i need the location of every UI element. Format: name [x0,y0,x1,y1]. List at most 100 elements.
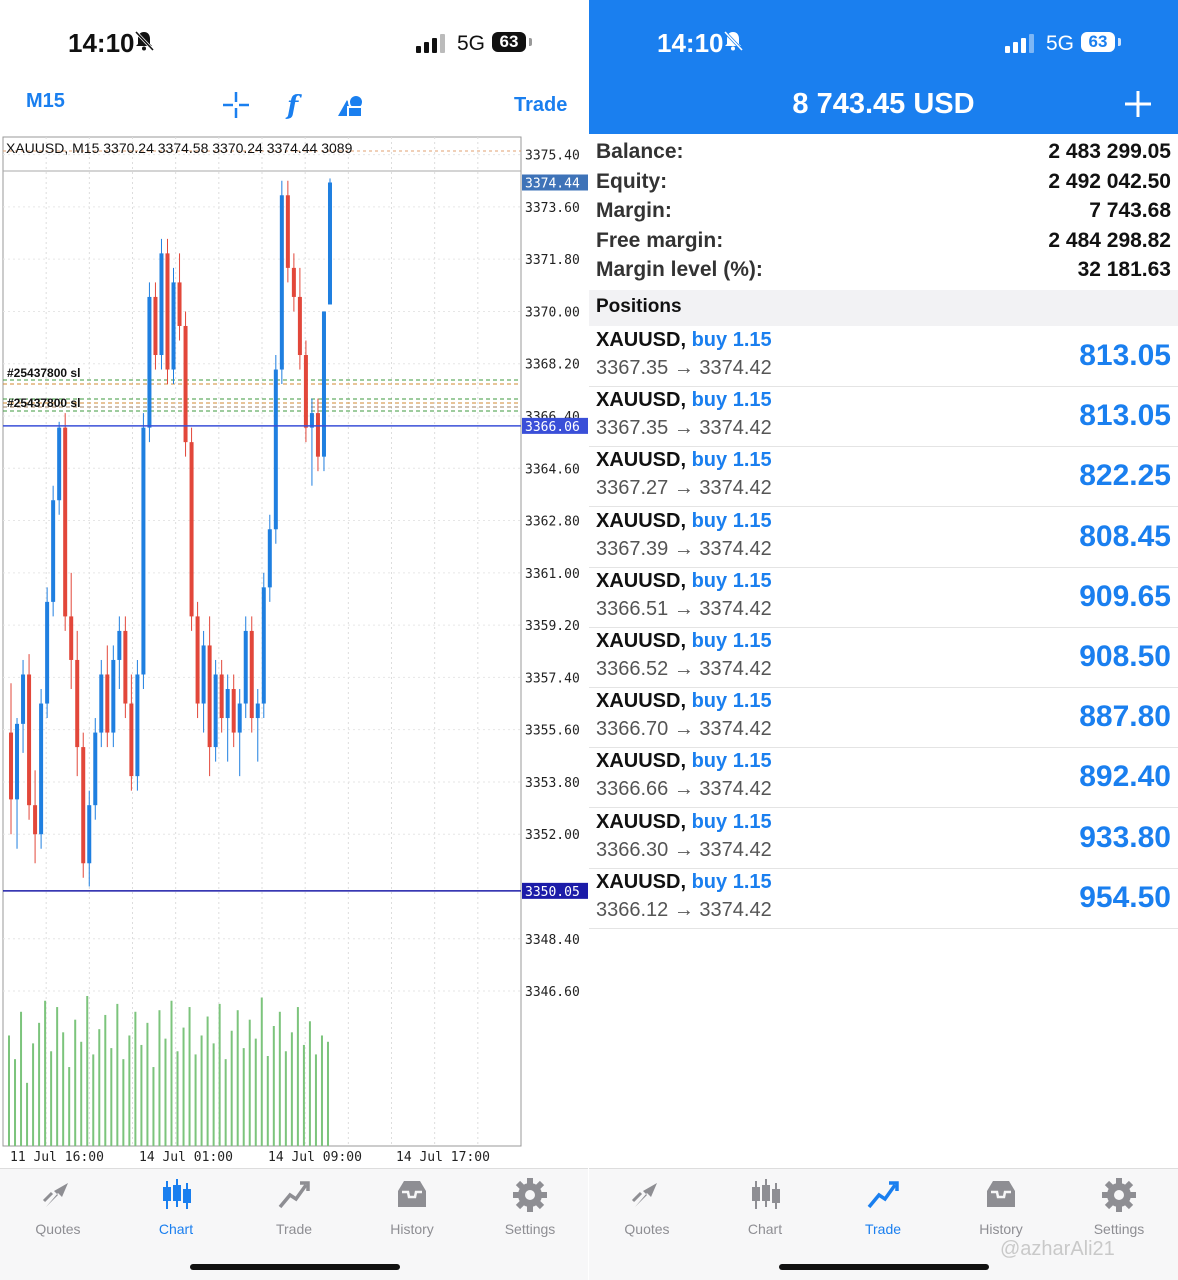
tab-label: Trade [275,1221,313,1237]
position-row[interactable]: XAUUSD, buy 1.15 3366.51 → 3374.42 909.65 [589,567,1178,628]
tab-quotes[interactable]: Quotes [8,1177,108,1237]
volume-bar [272,1026,275,1146]
price-chart[interactable]: 3375.40 3373.60 3371.80 3370.00 3368.20 3366.… [0,133,588,1168]
tab-history[interactable]: History [362,1177,462,1237]
objects-icon[interactable] [336,90,366,120]
position-profit: 887.80 [1079,700,1171,734]
position-row[interactable]: XAUUSD, buy 1.15 3367.39 → 3374.42 808.45 [589,507,1178,568]
tab-chart[interactable]: Chart [126,1177,226,1237]
volume-bar [80,1041,83,1146]
volume-bar [182,1027,185,1146]
summary-key: Margin: [596,199,672,222]
candle-body [315,413,320,457]
tab-chart[interactable]: Chart [715,1177,815,1237]
candle-body [327,182,332,305]
summary-row: Balance: 2 483 299.05 [596,140,1171,170]
candle-body [219,674,224,719]
tab-trade[interactable]: Trade [833,1177,933,1237]
order-line-tag: #25437800 sl [7,396,80,410]
volume-bar [86,996,89,1146]
volume-bar [104,1014,107,1146]
volume-bar [218,1003,221,1146]
summary-row: Margin: 7 743.68 [596,199,1171,229]
tab-settings[interactable]: Settings [480,1177,580,1237]
volume-bar [248,1019,251,1146]
current-price-tag: 3374.44 [525,176,580,191]
candle-body [237,703,242,733]
line-price-tag: 3350.05 [525,885,580,900]
position-row[interactable]: XAUUSD, buy 1.15 3366.12 → 3374.42 954.50 [589,868,1178,929]
candlestick-chart-svg[interactable]: 3375.40 3373.60 3371.80 3370.00 3368.20 3366.… [0,133,588,1168]
volume-bar [98,1029,101,1146]
price-tick-label: 3364.60 [525,462,580,477]
position-row[interactable]: XAUUSD, buy 1.15 3366.70 → 3374.42 887.80 [589,687,1178,749]
volume-bar [134,1011,137,1146]
settings-icon [1102,1178,1136,1212]
timeframe-button[interactable]: M15 [26,90,65,113]
candle-body [45,601,50,704]
candle-body [225,689,230,719]
candle-body [153,296,158,356]
account-profit-title: 8 743.45 USD [792,88,975,120]
price-tick-label: 3352.00 [525,828,580,843]
position-symbol: XAUUSD, [596,630,692,652]
position-profit: 954.50 [1079,880,1171,914]
position-prices: 3366.30 → 3374.42 [596,838,772,861]
position-side: buy 1.15 [691,329,772,351]
volume-bar [32,1043,35,1146]
position-side: buy 1.15 [691,870,772,893]
candle-body [99,674,104,733]
candle-body [51,500,56,602]
position-profit: 933.80 [1079,820,1171,854]
position-row[interactable]: XAUUSD, buy 1.15 3367.35 → 3374.42 813.05 [589,386,1178,448]
position-side: buy 1.15 [691,750,772,773]
line-price-tag: 3366.06 [525,420,580,435]
candle-body [87,805,92,864]
position-row[interactable]: XAUUSD, buy 1.15 3367.35 → 3374.42 813.05 [589,326,1178,387]
volume-bar [284,1051,287,1146]
chart-icon [752,1179,780,1209]
position-symbol: XAUUSD, [596,569,692,592]
status-bar: 14:10 5G 63 [589,0,1178,80]
candle-body [21,674,26,724]
summary-value: 2 483 299.05 [1048,140,1171,163]
candle-body [123,630,128,704]
crosshair-icon[interactable] [221,90,251,120]
trade-header: 14:10 5G 63 8 743.45 USD [589,0,1178,134]
candle-body [279,195,284,370]
volume-bar [122,1059,125,1146]
status-bar: 14:10 5G 63 [0,0,588,80]
candle-body [261,587,266,704]
position-side: buy 1.15 [691,449,772,472]
tab-quotes[interactable]: Quotes [597,1177,697,1237]
tab-label: History [390,1221,434,1237]
new-order-plus-icon[interactable] [1122,88,1154,120]
summary-row: Margin level (%): 32 181.63 [596,258,1171,288]
volume-bar [140,1044,143,1146]
candle-body [189,442,194,617]
status-time: 14:10 [68,28,135,58]
chart-icon [163,1179,191,1209]
volume-bar [152,1067,155,1146]
tab-history[interactable]: History [951,1177,1051,1237]
time-tick-label: 14 Jul 17:00 [396,1150,490,1165]
indicators-icon[interactable]: f [280,90,310,120]
volume-bar [224,1059,227,1146]
tab-settings[interactable]: Settings [1069,1177,1169,1237]
candle-body [57,427,62,501]
position-prices: 3366.12 → 3374.42 [596,898,772,921]
candle-body [159,253,164,356]
position-row[interactable]: XAUUSD, buy 1.15 3366.30 → 3374.42 933.80 [589,808,1178,869]
volume-bar [56,1007,59,1146]
position-row[interactable]: XAUUSD, buy 1.15 3366.52 → 3374.42 908.50 [589,627,1178,688]
tab-trade[interactable]: Trade [244,1177,344,1237]
volume-bar [50,1051,53,1146]
candle-body [117,630,122,660]
chart-info-line: XAUUSD, M15 3370.24 3374.58 3370.24 3374… [6,140,353,156]
position-row[interactable]: XAUUSD, buy 1.15 3367.27 → 3374.42 822.25 [589,446,1178,508]
volume-bar [320,1035,323,1146]
position-row[interactable]: XAUUSD, buy 1.15 3366.66 → 3374.42 892.40 [589,747,1178,809]
price-tick-label: 3373.60 [525,201,580,216]
trade-link[interactable]: Trade [514,94,567,117]
position-profit: 808.45 [1079,519,1171,553]
